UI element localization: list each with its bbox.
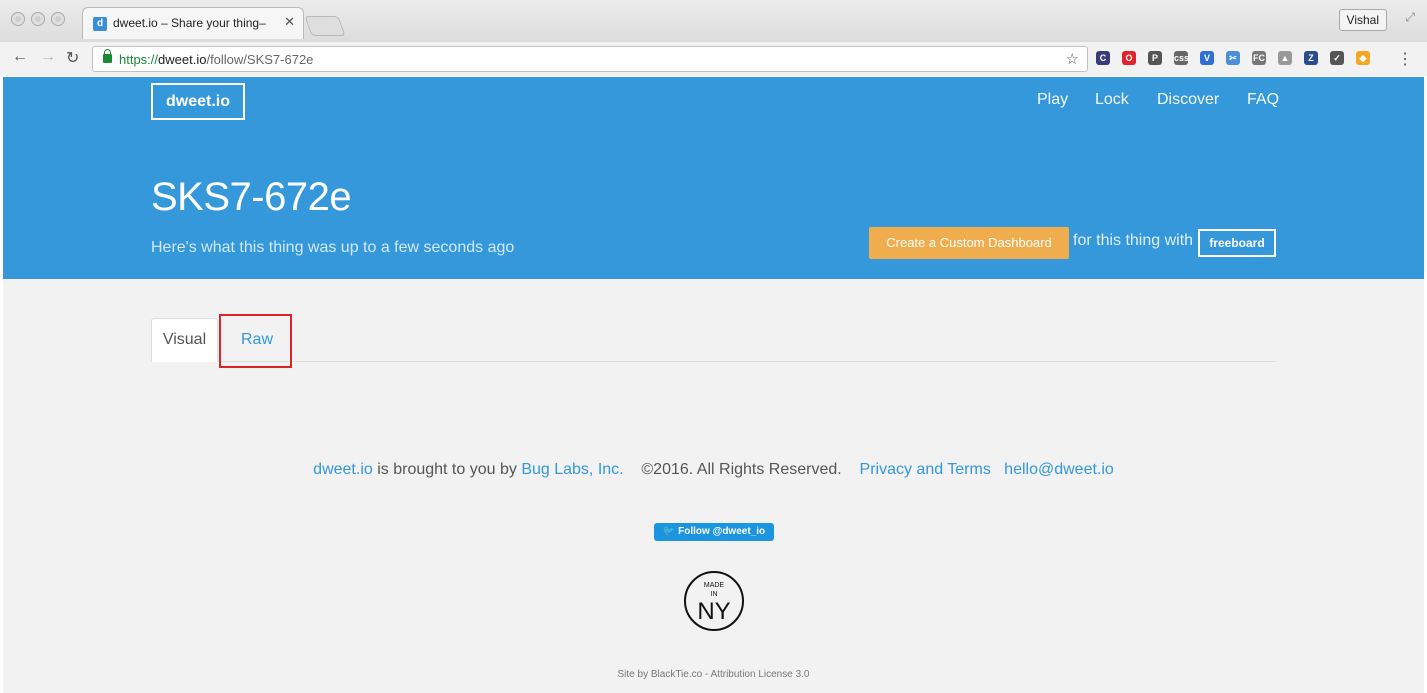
- reload-icon[interactable]: ↻: [66, 48, 79, 68]
- page-subtitle: Here's what this thing was up to a few s…: [151, 239, 515, 256]
- close-icon[interactable]: ✕: [284, 14, 295, 30]
- view-tabs: Visual Raw: [151, 318, 1276, 362]
- tab-visual[interactable]: Visual: [151, 318, 218, 362]
- browser-toolbar: ← → ↻ https://dweet.io/follow/SKS7-672e …: [0, 42, 1427, 76]
- forward-arrow-icon[interactable]: →: [40, 48, 56, 66]
- menu-kebab-icon[interactable]: ⋮: [1397, 49, 1413, 69]
- z-icon[interactable]: Z: [1304, 51, 1318, 65]
- browser-tab[interactable]: d dweet.io – Share your thing– ✕: [82, 7, 304, 39]
- tab-title: dweet.io – Share your thing–: [113, 16, 266, 30]
- footer-line: dweet.io is brought to you by Bug Labs, …: [3, 461, 1424, 479]
- footer-brand-link[interactable]: dweet.io: [313, 461, 373, 478]
- address-bar[interactable]: https://dweet.io/follow/SKS7-672e ☆: [92, 46, 1088, 72]
- url-text: https://dweet.io/follow/SKS7-672e: [119, 52, 314, 67]
- minimize-window-button[interactable]: [31, 12, 45, 26]
- twitter-bird-icon: 🐦: [662, 526, 676, 537]
- made-in-ny-badge-icon: MADE IN NY: [684, 571, 744, 631]
- c-circle-icon[interactable]: C: [1096, 51, 1110, 65]
- favicon-icon: d: [93, 17, 107, 31]
- drive-icon[interactable]: ▲: [1278, 51, 1292, 65]
- zoom-window-button[interactable]: [51, 12, 65, 26]
- nav-faq[interactable]: FAQ: [1247, 91, 1279, 109]
- site-logo[interactable]: dweet.io: [151, 83, 245, 120]
- page-content: dweet.io Play Lock Discover FAQ SKS7-672…: [3, 77, 1424, 693]
- footer-email-link[interactable]: hello@dweet.io: [1004, 461, 1114, 478]
- profile-button[interactable]: Vishal: [1338, 9, 1387, 31]
- twitter-follow-button[interactable]: 🐦 Follow @dweet_io: [654, 523, 774, 541]
- highlight-box: [219, 314, 292, 368]
- nav-lock[interactable]: Lock: [1095, 91, 1129, 109]
- scissors-icon[interactable]: ✂: [1226, 51, 1240, 65]
- title-bar: d dweet.io – Share your thing– ✕ Vishal …: [0, 0, 1427, 42]
- bookmark-star-icon[interactable]: ☆: [1066, 50, 1079, 68]
- back-arrow-icon[interactable]: ←: [12, 48, 28, 66]
- lock-icon: [103, 49, 112, 63]
- page-title: SKS7-672e: [151, 175, 352, 219]
- site-credit: Site by BlackTie.co - Attribution Licens…: [617, 669, 810, 680]
- nav-discover[interactable]: Discover: [1157, 91, 1219, 109]
- footer-copyright: ©2016. All Rights Reserved.: [641, 461, 842, 478]
- pocket-icon[interactable]: P: [1148, 51, 1162, 65]
- close-window-button[interactable]: [11, 12, 25, 26]
- footer-privacy-link[interactable]: Privacy and Terms: [860, 461, 991, 478]
- browser-chrome: d dweet.io – Share your thing– ✕ Vishal …: [0, 0, 1427, 76]
- v-icon[interactable]: V: [1200, 51, 1214, 65]
- check-mail-icon[interactable]: ✓: [1330, 51, 1344, 65]
- svg-text:NY: NY: [697, 598, 730, 625]
- hero-banner: dweet.io Play Lock Discover FAQ SKS7-672…: [3, 77, 1424, 279]
- svg-text:IN: IN: [711, 591, 718, 598]
- nav-play[interactable]: Play: [1037, 91, 1068, 109]
- create-dashboard-button[interactable]: Create a Custom Dashboard: [869, 227, 1069, 259]
- opera-icon[interactable]: O: [1122, 51, 1136, 65]
- fc-icon[interactable]: FC: [1252, 51, 1266, 65]
- for-thing-text: for this thing with: [1073, 232, 1194, 249]
- new-tab-button[interactable]: [304, 16, 346, 36]
- footer-brought-text: is brought to you by: [377, 461, 517, 478]
- colorful-icon[interactable]: ◆: [1356, 51, 1370, 65]
- fullscreen-icon[interactable]: ⤢: [1405, 10, 1415, 25]
- svg-text:MADE: MADE: [704, 582, 725, 589]
- footer-company-link[interactable]: Bug Labs, Inc.: [521, 461, 623, 478]
- css-icon[interactable]: css: [1174, 51, 1189, 65]
- freeboard-logo-link[interactable]: freeboard: [1198, 229, 1276, 257]
